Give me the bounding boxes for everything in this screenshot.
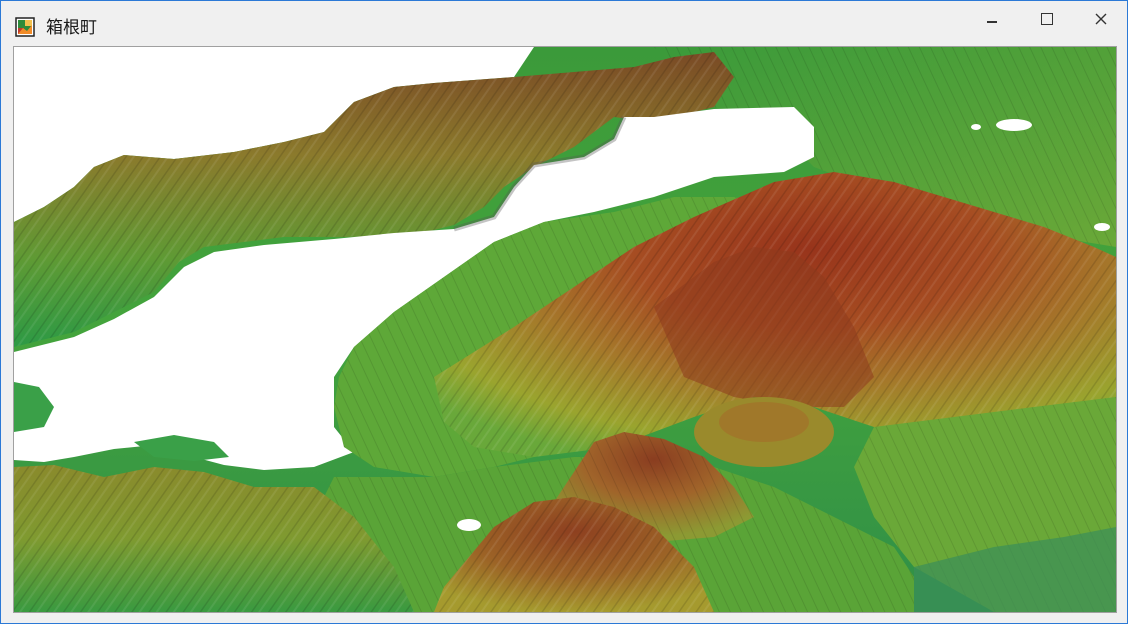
minimize-button[interactable]	[969, 1, 1015, 37]
title-bar[interactable]: 箱根町	[1, 1, 1127, 45]
maximize-button[interactable]	[1024, 1, 1070, 37]
close-icon	[1095, 13, 1107, 25]
terrain-render	[14, 47, 1116, 612]
minimize-icon	[987, 21, 997, 23]
map-app-icon	[15, 17, 35, 37]
close-button[interactable]	[1078, 1, 1124, 37]
terrain-viewport[interactable]	[13, 46, 1117, 613]
window-title: 箱根町	[46, 18, 97, 38]
app-window: 箱根町	[0, 0, 1128, 624]
maximize-icon	[1041, 13, 1053, 25]
